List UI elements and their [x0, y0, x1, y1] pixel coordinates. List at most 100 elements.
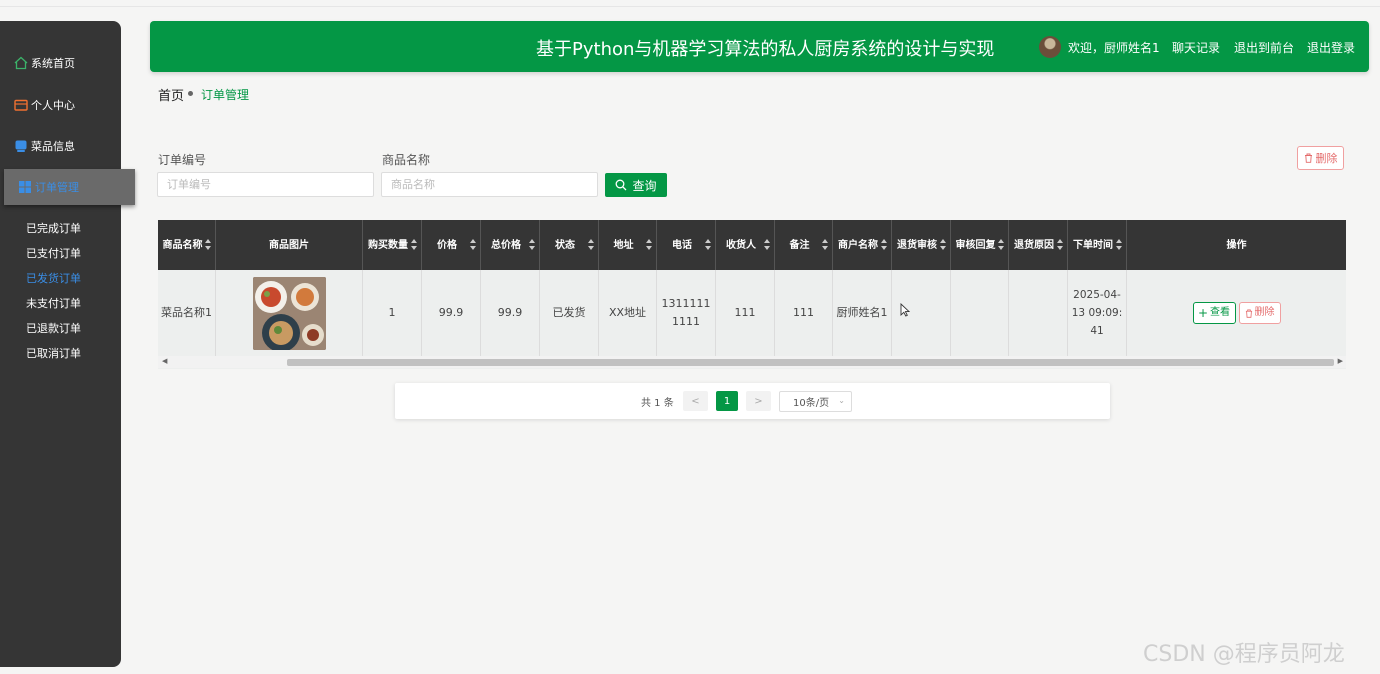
sort-icon[interactable]: [646, 239, 652, 250]
delete-button-label: 删除: [1254, 307, 1275, 318]
sort-icon[interactable]: [470, 239, 476, 250]
page-size-value: 10条/页: [793, 398, 830, 409]
cell-product-image: [216, 270, 363, 356]
column-header-return-reason[interactable]: 退货原因: [1009, 220, 1068, 270]
mouse-cursor-icon: [900, 302, 911, 320]
sort-icon[interactable]: [764, 239, 770, 250]
cell-receiver: 111: [716, 270, 775, 356]
view-button[interactable]: + 查看: [1192, 302, 1236, 324]
chevron-down-icon: ⌄: [838, 396, 845, 405]
breadcrumb-home[interactable]: 首页: [158, 85, 184, 104]
cell-order-time: 2025-04-13 09:09:41: [1068, 270, 1127, 356]
column-header-address[interactable]: 地址: [599, 220, 657, 270]
sort-icon[interactable]: [411, 239, 417, 250]
sort-icon[interactable]: [822, 239, 828, 250]
sort-icon[interactable]: [998, 239, 1004, 250]
query-button[interactable]: 查询: [605, 173, 667, 197]
orders-table: 商品名称 商品图片 购买数量 价格 总价格 状态 地址 电话 收货人 备注 商户…: [158, 220, 1346, 369]
pagination-total: 共 1 条: [641, 398, 674, 409]
cell-merchant: 厨师姓名1: [833, 270, 892, 356]
cell-product-name: 菜品名称1: [158, 270, 216, 356]
next-page-button[interactable]: >: [746, 391, 771, 411]
submenu-cancelled-orders[interactable]: 已取消订单: [26, 345, 81, 361]
chat-history-link[interactable]: 聊天记录: [1172, 39, 1220, 56]
cell-price: 99.9: [422, 270, 481, 356]
sidebar-item-label: 菜品信息: [31, 140, 75, 153]
cell-address: XX地址: [599, 270, 657, 356]
trash-icon: [1304, 153, 1313, 163]
column-header-phone[interactable]: 电话: [657, 220, 716, 270]
prev-page-button[interactable]: <: [683, 391, 708, 411]
sidebar: 系统首页 个人中心 菜品信息 订单管理 已完成订单 已支付订单 已发货订单 未支…: [0, 21, 135, 667]
column-header-return-review[interactable]: 退货审核: [892, 220, 951, 270]
scroll-right-icon[interactable]: ▶: [1338, 357, 1343, 365]
batch-delete-label: 删除: [1315, 152, 1338, 165]
pagination: 共 1 条 < 1 > 10条/页 ⌄: [395, 383, 1110, 419]
scrollbar-thumb[interactable]: [287, 359, 1334, 366]
sort-icon[interactable]: [1057, 239, 1063, 250]
column-header-review-reply[interactable]: 审核回复: [951, 220, 1009, 270]
page-number-1[interactable]: 1: [716, 391, 738, 411]
top-header: 基于Python与机器学习算法的私人厨房系统的设计与实现 欢迎，厨师姓名1 聊天…: [150, 21, 1369, 72]
column-header-total-price[interactable]: 总价格: [481, 220, 540, 270]
sidebar-item-profile[interactable]: 个人中心: [0, 87, 121, 123]
exit-to-frontend-link[interactable]: 退出到前台: [1234, 39, 1294, 56]
submenu-completed-orders[interactable]: 已完成订单: [26, 220, 81, 236]
sort-icon[interactable]: [205, 239, 211, 250]
sidebar-item-label: 订单管理: [35, 181, 79, 194]
watermark: CSDN @程序员阿龙: [1143, 642, 1345, 667]
dish-photo: [252, 276, 326, 350]
column-header-price[interactable]: 价格: [422, 220, 481, 270]
scroll-left-icon[interactable]: ◀: [162, 357, 167, 365]
product-name-input[interactable]: [381, 172, 598, 197]
sort-icon[interactable]: [881, 239, 887, 250]
breadcrumb-separator: [188, 91, 193, 96]
cell-review-reply: [951, 270, 1009, 356]
submenu-paid-orders[interactable]: 已支付订单: [26, 245, 81, 261]
sidebar-item-orders[interactable]: 订单管理: [4, 169, 135, 205]
trash-icon: [1245, 309, 1253, 318]
sidebar-item-dishes[interactable]: 菜品信息: [0, 128, 121, 164]
sidebar-item-home[interactable]: 系统首页: [0, 45, 121, 81]
breadcrumb-current: 订单管理: [201, 88, 250, 102]
column-header-quantity[interactable]: 购买数量: [363, 220, 422, 270]
column-header-receiver[interactable]: 收货人: [716, 220, 775, 270]
column-header-merchant[interactable]: 商户名称: [833, 220, 892, 270]
product-name-label: 商品名称: [382, 153, 431, 167]
wallet-icon: [13, 98, 28, 113]
cell-quantity: 1: [363, 270, 422, 356]
submenu-unpaid-orders[interactable]: 未支付订单: [26, 295, 81, 311]
dish-icon: [13, 139, 28, 154]
logout-link[interactable]: 退出登录: [1307, 39, 1355, 56]
cell-phone: 13111111111: [657, 270, 716, 356]
cell-status: 已发货: [540, 270, 599, 356]
column-header-actions: 操作: [1226, 239, 1247, 251]
top-divider: [0, 6, 1380, 7]
query-button-label: 查询: [632, 178, 657, 193]
view-button-label: 查看: [1210, 307, 1231, 318]
horizontal-scrollbar[interactable]: ◀ ▶: [158, 356, 1346, 368]
avatar: [1039, 36, 1061, 58]
cell-return-reason: [1009, 270, 1068, 356]
sort-icon[interactable]: [1116, 239, 1122, 250]
cell-actions: + 查看 删除: [1127, 270, 1346, 356]
order-no-input[interactable]: [157, 172, 374, 197]
column-header-product-name[interactable]: 商品名称: [158, 220, 216, 270]
sort-icon[interactable]: [940, 239, 946, 250]
delete-button[interactable]: 删除: [1238, 302, 1281, 324]
submenu-shipped-orders[interactable]: 已发货订单: [26, 270, 81, 286]
welcome-text: 欢迎，厨师姓名1: [1068, 41, 1160, 55]
system-title: 基于Python与机器学习算法的私人厨房系统的设计与实现: [536, 39, 995, 60]
sort-icon[interactable]: [588, 239, 594, 250]
column-header-remark[interactable]: 备注: [775, 220, 833, 270]
sort-icon[interactable]: [705, 239, 711, 250]
submenu-refunded-orders[interactable]: 已退款订单: [26, 320, 81, 336]
sort-icon[interactable]: [529, 239, 535, 250]
home-icon: [13, 56, 28, 71]
column-header-status[interactable]: 状态: [540, 220, 599, 270]
table-row: 菜品名称1 1 99.9 99.9 已发货 XX地址 13111111111 1…: [158, 270, 1346, 356]
column-header-order-time[interactable]: 下单时间: [1068, 220, 1127, 270]
page-size-select[interactable]: 10条/页 ⌄: [779, 391, 852, 412]
batch-delete-button[interactable]: 删除: [1297, 146, 1344, 170]
column-header-product-image: 商品图片: [216, 220, 363, 270]
